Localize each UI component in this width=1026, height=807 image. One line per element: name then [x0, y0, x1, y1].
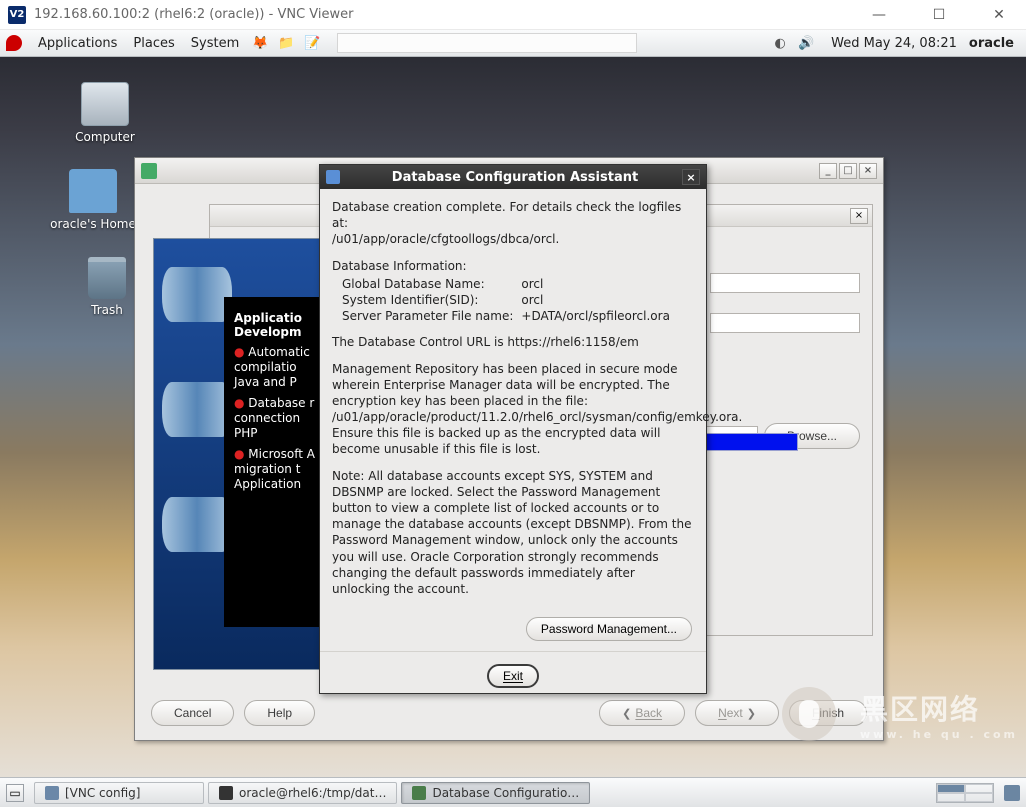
info-row: Server Parameter File name:+DATA/orcl/sp…	[342, 308, 678, 324]
workspace-switcher[interactable]	[936, 783, 994, 803]
notes-launcher-icon[interactable]: 📝	[303, 34, 321, 52]
tray-overflow-icon[interactable]	[1004, 785, 1020, 801]
dbca-wizard-buttons: Cancel Help Back Next Finish	[135, 700, 883, 726]
file-manager-launcher-icon[interactable]: 📁	[277, 34, 295, 52]
gnome-top-panel: Applications Places System 🦊 📁 📝 ◐ 🔊 Wed…	[0, 30, 1026, 57]
modal-close-button[interactable]: ×	[682, 169, 700, 185]
gnome-bottom-panel: ▭ [VNC config] oracle@rhel6:/tmp/dat… Da…	[0, 777, 1026, 807]
back-button[interactable]: Back	[599, 700, 685, 726]
menu-applications[interactable]: Applications	[30, 36, 125, 51]
desktop-icon-label: Computer	[60, 130, 150, 144]
watermark-logo-icon	[782, 687, 836, 741]
trash-icon	[88, 257, 126, 299]
computer-icon	[81, 82, 129, 126]
dbca-completion-dialog: Database Configuration Assistant × Datab…	[319, 164, 707, 694]
database-cylinder-icon	[162, 382, 232, 437]
desktop-icon-computer[interactable]: Computer	[60, 82, 150, 144]
modal-app-icon	[326, 170, 340, 184]
firefox-launcher-icon[interactable]: 🦊	[251, 34, 269, 52]
menu-places[interactable]: Places	[125, 36, 182, 51]
database-cylinder-icon	[162, 497, 232, 552]
vnc-logo-icon: V2	[8, 6, 26, 24]
dbca-close-button[interactable]: ×	[859, 163, 877, 179]
desktop-icon-label: oracle's Home	[48, 217, 138, 231]
redhat-logo-icon[interactable]	[6, 35, 22, 51]
vnc-window-title: 192.168.60.100:2 (rhel6:2 (oracle)) - VN…	[34, 7, 860, 22]
accounts-note-text: Note: All database accounts except SYS, …	[332, 468, 694, 598]
password-management-button[interactable]: Password Management...	[526, 617, 692, 641]
db-control-url: The Database Control URL is https://rhel…	[332, 334, 694, 350]
db-info-table: Global Database Name:orcl System Identif…	[342, 276, 678, 325]
dbca-app-icon	[141, 163, 157, 179]
subwindow-field-2[interactable]	[710, 313, 860, 333]
cancel-button[interactable]: Cancel	[151, 700, 234, 726]
home-folder-icon	[69, 169, 117, 213]
volume-icon[interactable]: 🔊	[797, 34, 815, 52]
dbca-window: Database C tions _ □ × ×	[134, 157, 884, 741]
next-button[interactable]: Next	[695, 700, 779, 726]
vnc-maximize-button[interactable]: ☐	[920, 7, 958, 23]
watermark-text: 黑区网络 www. he qu . com	[860, 688, 1018, 741]
panel-url-bar[interactable]	[337, 33, 637, 53]
clock[interactable]: Wed May 24, 08:21	[831, 36, 957, 51]
cpu-meter-icon[interactable]: ◐	[771, 34, 789, 52]
taskbar-app-icon	[45, 786, 59, 800]
menu-system[interactable]: System	[183, 36, 247, 51]
vnc-minimize-button[interactable]: —	[860, 7, 898, 23]
db-info-label: Database Information:	[332, 258, 694, 274]
mgmt-repo-text: Management Repository has been placed in…	[332, 361, 694, 458]
creation-complete-text: Database creation complete. For details …	[332, 200, 681, 230]
desktop-icon-home[interactable]: oracle's Home	[48, 169, 138, 231]
logfiles-path: /u01/app/oracle/cfgtoollogs/dbca/orcl.	[332, 232, 559, 246]
database-cylinder-icon	[162, 267, 232, 322]
subwindow-close-button[interactable]: ×	[850, 208, 868, 224]
user-menu[interactable]: oracle	[969, 36, 1014, 51]
modal-body: Database creation complete. For details …	[320, 189, 706, 613]
info-row: Global Database Name:orcl	[342, 276, 678, 292]
taskbar-item-terminal[interactable]: oracle@rhel6:/tmp/dat…	[208, 782, 397, 804]
modal-titlebar[interactable]: Database Configuration Assistant ×	[320, 165, 706, 189]
vnc-titlebar: V2 192.168.60.100:2 (rhel6:2 (oracle)) -…	[0, 0, 1026, 30]
dbca-maximize-button[interactable]: □	[839, 163, 857, 179]
modal-title: Database Configuration Assistant	[348, 170, 682, 185]
subwindow-field-1[interactable]	[710, 273, 860, 293]
exit-button[interactable]: Exit	[487, 664, 539, 688]
dbca-minimize-button[interactable]: _	[819, 163, 837, 179]
vnc-close-button[interactable]: ✕	[980, 7, 1018, 23]
desktop: Computer oracle's Home Trash Database C …	[0, 57, 1026, 777]
show-desktop-button[interactable]: ▭	[6, 784, 24, 802]
taskbar-item-dbca[interactable]: Database Configuratio…	[401, 782, 590, 804]
taskbar-item-vncconfig[interactable]: [VNC config]	[34, 782, 204, 804]
help-button[interactable]: Help	[244, 700, 315, 726]
info-row: System Identifier(SID):orcl	[342, 292, 678, 308]
dbca-taskbar-icon	[412, 786, 426, 800]
terminal-icon	[219, 786, 233, 800]
